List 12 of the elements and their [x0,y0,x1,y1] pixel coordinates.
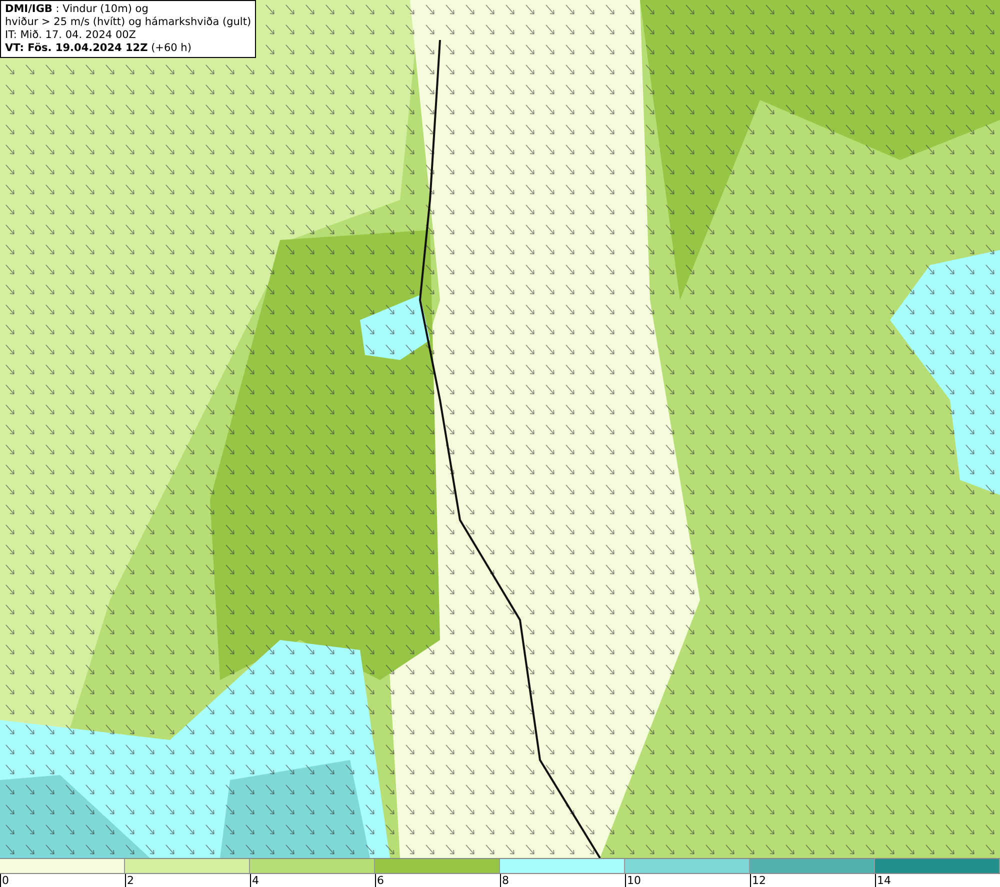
legend-tick-label: 2 [127,874,134,886]
legend-tick-label: 0 [2,874,9,886]
title-line: VT: Fös. 19.04.2024 12Z (+60 h) [5,42,192,55]
title-line: IT: Mið. 17. 04. 2024 00Z [5,29,137,42]
legend-tick-label: 4 [252,874,259,886]
title-line: DMI/IGB : Vindur (10m) og [5,3,150,16]
legend-tick-label: 10 [627,874,641,886]
legend-tick-label: 8 [502,874,509,886]
legend-tick-label: 14 [877,874,891,886]
title-line: hviður > 25 m/s (hvítt) og hámarkshviða (gult) [5,16,252,29]
legend-tick-label: 12 [752,874,766,886]
legend-tick-label: 6 [377,874,384,886]
